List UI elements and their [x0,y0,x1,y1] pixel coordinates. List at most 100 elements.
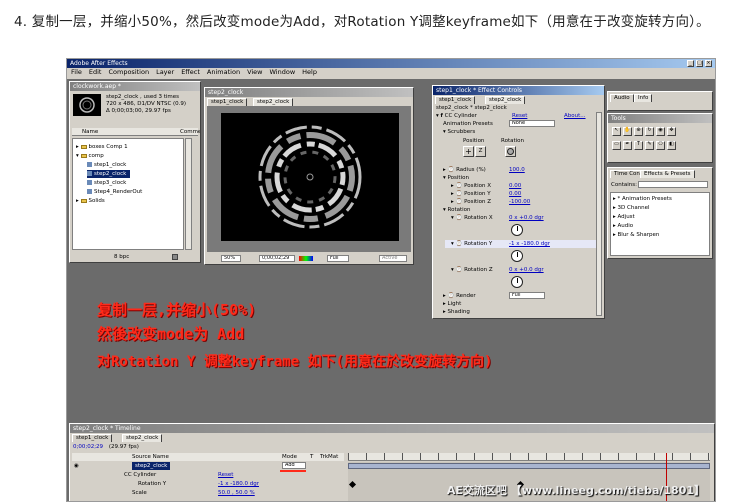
brush-tool-icon[interactable]: ✎ [645,141,654,150]
fx-cc-cylinder-row[interactable]: ▾ f CC Cylinder Reset About... [436,112,601,120]
zoom-tool-icon[interactable]: ⊕ [634,127,643,136]
radius-value[interactable]: 100.0 [509,166,525,174]
visibility-eye-icon[interactable]: ◉ [74,462,79,470]
rotation-y-value[interactable]: -1 x -180.0 dgr [509,240,550,248]
list-item-step1-clock[interactable]: step1_clock [87,161,126,169]
effect-row-reset[interactable]: Reset [218,471,233,479]
menu-composition[interactable]: Composition [108,68,149,77]
zoom-dropdown[interactable]: 50% [221,255,241,262]
fx-rotation-y-row[interactable]: ▾ ⌚ Rotation Y -1 x -180.0 dgr [445,240,601,248]
anim-presets-dropdown[interactable]: None [509,120,555,127]
project-scrollbar[interactable] [185,138,192,250]
menu-edit[interactable]: Edit [89,68,102,77]
effects-item-animation-presets[interactable]: ▸ * Animation Presets [613,195,672,203]
render-dropdown[interactable]: Full [509,292,545,299]
rotation-z-dial[interactable] [511,276,523,288]
fx-rotation-z-row[interactable]: ▾ ⌚ Rotation Z 0 x +0.0 dgr [451,266,601,274]
layer-mode-dropdown[interactable]: Add [282,462,306,469]
list-item-step2-clock[interactable]: step2_clock [87,170,131,178]
rotation-z-value[interactable]: 0 x +0.0 dgr [509,266,544,274]
camera-tool-icon[interactable]: ◉ [656,127,665,136]
timeline-timecode[interactable]: 0;00;02;29 [73,444,103,450]
layer-name[interactable]: step2_clock [132,462,171,470]
ec-tab-step2[interactable]: step2_clock [485,96,526,104]
timeline-layer-row[interactable]: ◉ step2_clock Add [72,462,344,470]
timeline-ruler[interactable] [348,453,710,461]
scale-row-value[interactable]: 50.0 , 50.0 % [218,489,255,497]
fx-scrubbers-row[interactable]: ▾ Scrubbers [443,128,601,136]
effects-item-3d-channel[interactable]: ▸ 3D Channel [613,204,650,212]
tab-info[interactable]: Info [634,94,653,102]
ec-tab-step1[interactable]: step1_clock [435,96,476,104]
stamp-tool-icon[interactable]: ⎔ [656,141,665,150]
comp-viewer[interactable] [221,113,399,241]
text-tool-icon[interactable]: T [634,141,643,150]
comp-timecode[interactable]: 0;00;02;29 [259,255,295,262]
tab-audio[interactable]: Audio [610,94,634,102]
tab-effects-presets[interactable]: Effects & Presets [640,170,695,178]
color-channels-icon[interactable] [299,256,313,261]
menu-window[interactable]: Window [270,68,296,77]
position-z-value[interactable]: -100.00 [509,198,530,206]
menu-view[interactable]: View [247,68,262,77]
position-xy-scrubber[interactable]: + [463,146,474,157]
menu-effect[interactable]: Effect [181,68,200,77]
camera-dropdown[interactable]: Active [379,255,407,262]
timeline-scale-row[interactable]: Scale 50.0 , 50.0 % [72,489,344,497]
fx-position-y-row[interactable]: ▸ ⌚ Position Y 0.00 [451,190,601,198]
resolution-dropdown[interactable]: Full [327,255,349,262]
maximize-icon[interactable]: □ [696,60,703,67]
column-name[interactable]: Name [82,128,98,136]
menu-help[interactable]: Help [302,68,317,77]
ec-scrollbar[interactable] [596,112,602,316]
fx-about-link[interactable]: About... [564,112,586,120]
effects-item-audio[interactable]: ▸ Audio [613,222,633,230]
rotation-x-value[interactable]: 0 x +0.0 dgr [509,214,544,222]
list-item-solids[interactable]: ▸ Solids [76,197,105,205]
fx-radius-row[interactable]: ▸ ⌚ Radius (%) 100.0 [443,166,601,174]
list-item-boxes-comp[interactable]: ▸ boxes Comp 1 [76,143,128,151]
col-source-name[interactable]: Source Name [132,453,169,461]
comp-tab-step2[interactable]: step2_clock [253,98,294,106]
col-trkmat[interactable]: TrkMat [320,453,338,461]
timeline-tab-step2[interactable]: step2_clock [122,434,163,442]
menu-layer[interactable]: Layer [156,68,174,77]
eraser-tool-icon[interactable]: ◧ [667,141,676,150]
column-comment[interactable]: Comme [180,128,200,136]
menu-animation[interactable]: Animation [207,68,240,77]
bpc-label[interactable]: 8 bpc [114,253,129,262]
fx-position-group[interactable]: ▾ Position [443,174,601,182]
rotation-scrubber[interactable] [505,146,516,157]
fx-rotation-x-row[interactable]: ▾ ⌚ Rotation X 0 x +0.0 dgr [451,214,601,222]
hand-tool-icon[interactable]: ✋ [623,127,632,136]
list-item-comp-folder[interactable]: ▾ comp [76,152,104,160]
effects-item-blur-sharpen[interactable]: ▸ Blur & Sharpen [613,231,659,239]
fx-toggle-icon[interactable]: ▾ f [436,113,445,119]
menu-file[interactable]: File [71,68,82,77]
position-y-value[interactable]: 0.00 [509,190,521,198]
fx-position-z-row[interactable]: ▸ ⌚ Position Z -100.00 [451,198,601,206]
close-icon[interactable]: × [705,60,712,67]
pen-tool-icon[interactable]: ✒ [623,141,632,150]
fx-render-row[interactable]: ▸ ⌚ Render Full [443,292,601,300]
mask-tool-icon[interactable]: ▭ [612,141,621,150]
pan-behind-tool-icon[interactable]: ✥ [667,127,676,136]
fx-position-x-row[interactable]: ▸ ⌚ Position X 0.00 [451,182,601,190]
list-item-step3-clock[interactable]: step3_clock [87,179,126,187]
rot-y-row-value[interactable]: -1 x -180.0 dgr [218,480,259,488]
rotation-x-dial[interactable] [511,224,523,236]
fx-rotation-group[interactable]: ▾ Rotation [443,206,601,214]
position-z-scrubber[interactable]: Z [475,146,486,157]
fx-light-row[interactable]: ▸ Light [443,300,601,308]
timeline-rot-y-row[interactable]: Rotation Y -1 x -180.0 dgr [72,480,344,488]
minimize-icon[interactable]: _ [687,60,694,67]
layer-duration-bar[interactable] [348,463,710,469]
keyframe-icon[interactable] [348,480,357,489]
rotation-tool-icon[interactable]: ↻ [645,127,654,136]
timeline-tab-step1[interactable]: step1_clock [72,434,113,442]
rotation-y-dial[interactable] [511,250,523,262]
position-x-value[interactable]: 0.00 [509,182,521,190]
list-item-step4-renderout[interactable]: Step4_RenderOut [87,188,142,196]
fx-shading-row[interactable]: ▸ Shading [443,308,601,316]
col-t[interactable]: T [310,453,313,461]
